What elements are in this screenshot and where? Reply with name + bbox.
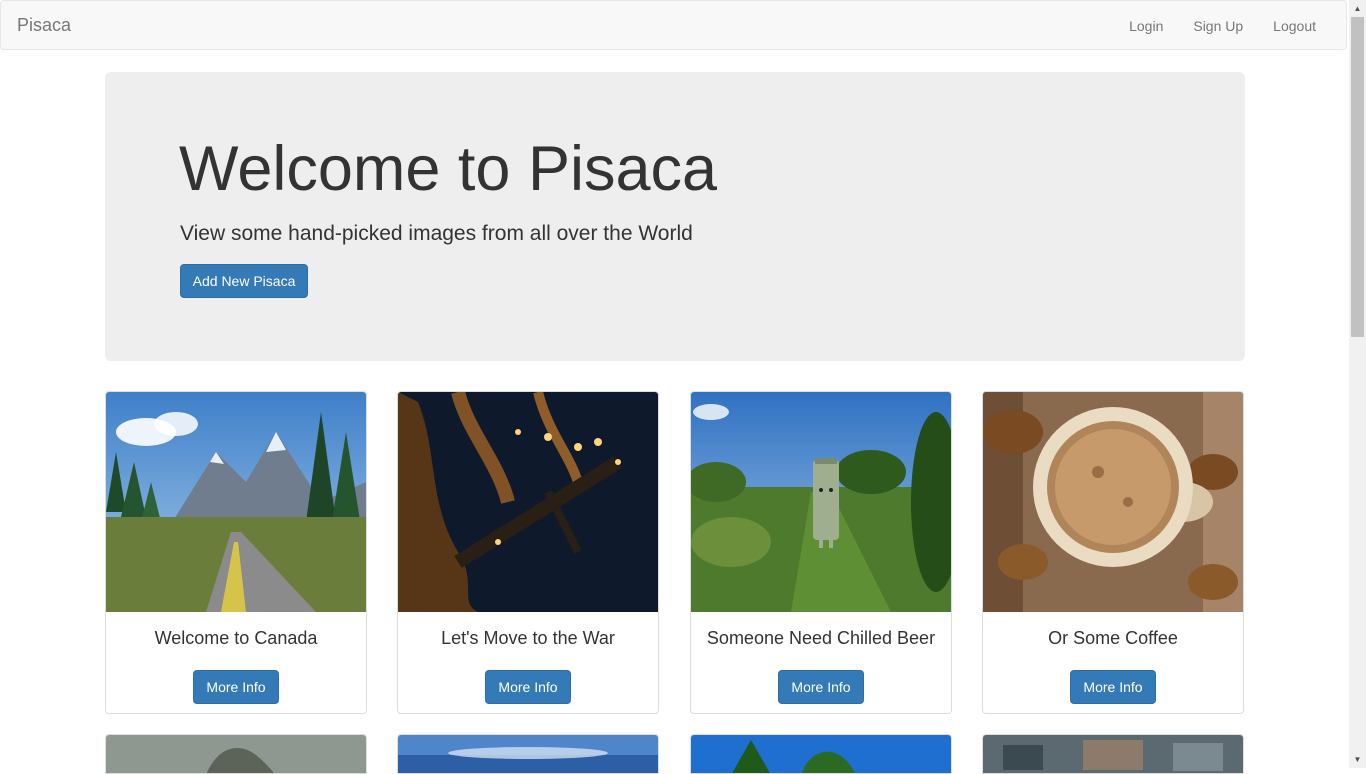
vertical-scrollbar[interactable]: ▲ ▼ xyxy=(1349,0,1366,768)
scroll-down-arrow-icon[interactable]: ▼ xyxy=(1349,751,1366,768)
card-title: Or Some Coffee xyxy=(1048,628,1178,648)
card-title: Let's Move to the War xyxy=(441,628,615,648)
card-title: Someone Need Chilled Beer xyxy=(706,628,936,648)
add-new-pisaca-button[interactable]: Add New Pisaca xyxy=(180,264,308,298)
page-title: Welcome to Pisaca xyxy=(179,134,718,204)
card-row2-1[interactable] xyxy=(105,734,367,774)
card-canada: Welcome to Canada More Info xyxy=(105,391,367,714)
card-coffee: Or Some Coffee More Info xyxy=(982,391,1244,714)
card-image-beer[interactable] xyxy=(691,392,951,612)
card-row2-2[interactable] xyxy=(397,734,659,774)
more-info-button[interactable]: More Info xyxy=(193,670,279,704)
card-image-coffee[interactable] xyxy=(983,392,1243,612)
brand-link[interactable]: Pisaca xyxy=(17,15,71,36)
card-image-war[interactable] xyxy=(398,392,658,612)
page-subtitle: View some hand-picked images from all ov… xyxy=(180,222,693,245)
card-image-canada[interactable] xyxy=(106,392,366,612)
scroll-up-arrow-icon[interactable]: ▲ xyxy=(1349,0,1366,17)
more-info-button[interactable]: More Info xyxy=(778,670,864,704)
scroll-thumb[interactable] xyxy=(1351,17,1364,337)
card-title: Welcome to Canada xyxy=(154,628,318,648)
signup-link[interactable]: Sign Up xyxy=(1178,1,1258,51)
card-row2-3[interactable] xyxy=(690,734,952,774)
more-info-button[interactable]: More Info xyxy=(1070,670,1156,704)
navbar: Pisaca Login Sign Up Logout xyxy=(0,0,1347,50)
more-info-button[interactable]: More Info xyxy=(485,670,571,704)
jumbotron: Welcome to Pisaca View some hand-picked … xyxy=(105,72,1245,361)
card-row2-4[interactable] xyxy=(982,734,1244,774)
logout-link[interactable]: Logout xyxy=(1258,1,1346,51)
card-war: Let's Move to the War More Info xyxy=(397,391,659,714)
nav-links: Login Sign Up Logout xyxy=(1114,1,1346,51)
card-beer: Someone Need Chilled Beer More Info xyxy=(690,391,952,714)
login-link[interactable]: Login xyxy=(1114,1,1178,51)
